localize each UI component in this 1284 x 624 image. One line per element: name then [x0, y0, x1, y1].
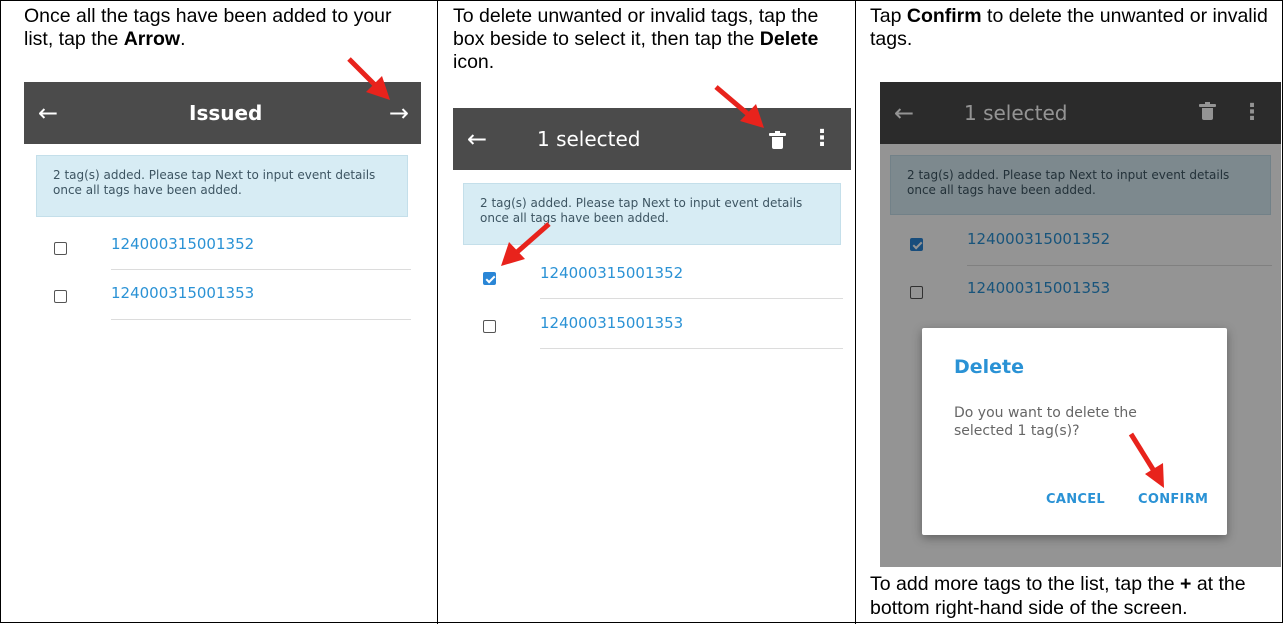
row-divider: [540, 348, 843, 349]
tag-number[interactable]: 124000315001352: [111, 235, 254, 253]
tag-checkbox[interactable]: [483, 320, 496, 333]
phone-screen-delete-dialog: ← 1 selected ⋮ 2 tag(s) added. Please ta…: [880, 82, 1281, 567]
back-arrow-icon[interactable]: ←: [38, 82, 58, 144]
column-divider: [437, 0, 438, 624]
confirm-button[interactable]: CONFIRM: [1138, 492, 1208, 507]
instruction-step-2: To delete unwanted or invalid tags, tap …: [453, 5, 819, 73]
tag-checkbox[interactable]: [54, 242, 67, 255]
screen-title: Issued: [189, 101, 263, 125]
cancel-button[interactable]: CANCEL: [1046, 492, 1105, 507]
phone-screen-issued: ← Issued → 2 tag(s) added. Please tap Ne…: [24, 82, 421, 622]
row-divider: [111, 269, 411, 270]
tag-number[interactable]: 124000315001352: [540, 264, 683, 282]
instruction-step-3: Tap Confirm to delete the unwanted or in…: [870, 5, 1268, 50]
tag-checkbox-checked[interactable]: [483, 272, 496, 285]
dialog-title: Delete: [954, 356, 1025, 378]
tag-checkbox[interactable]: [54, 290, 67, 303]
footer-note: To add more tags to the list, tap the + …: [870, 573, 1246, 619]
app-bar: ← Issued →: [24, 82, 421, 144]
phone-screen-selected: ← 1 selected ⋮ 2 tag(s) added. Please ta…: [453, 108, 851, 622]
app-bar: ← 1 selected ⋮: [453, 108, 851, 170]
selection-count-title: 1 selected: [537, 127, 641, 151]
forward-arrow-icon[interactable]: →: [389, 82, 409, 144]
instruction-step-1: Once all the tags have been added to you…: [24, 5, 392, 50]
tag-row[interactable]: 124000315001353: [24, 272, 421, 322]
info-banner: 2 tag(s) added. Please tap Next to input…: [463, 183, 841, 245]
tag-number[interactable]: 124000315001353: [111, 284, 254, 302]
row-divider: [540, 298, 843, 299]
column-divider: [855, 0, 856, 624]
delete-dialog: Delete Do you want to delete the selecte…: [922, 328, 1227, 535]
back-arrow-icon[interactable]: ←: [467, 108, 487, 170]
info-banner: 2 tag(s) added. Please tap Next to input…: [36, 155, 408, 217]
tag-number[interactable]: 124000315001353: [540, 314, 683, 332]
tag-row[interactable]: 124000315001353: [453, 304, 851, 354]
more-options-icon[interactable]: ⋮: [811, 108, 833, 170]
dialog-message: Do you want to delete the selected 1 tag…: [954, 405, 1137, 439]
delete-trash-icon[interactable]: [769, 131, 786, 149]
tag-row[interactable]: 124000315001352: [24, 222, 421, 272]
tag-row[interactable]: 124000315001352: [453, 254, 851, 304]
row-divider: [111, 319, 411, 320]
